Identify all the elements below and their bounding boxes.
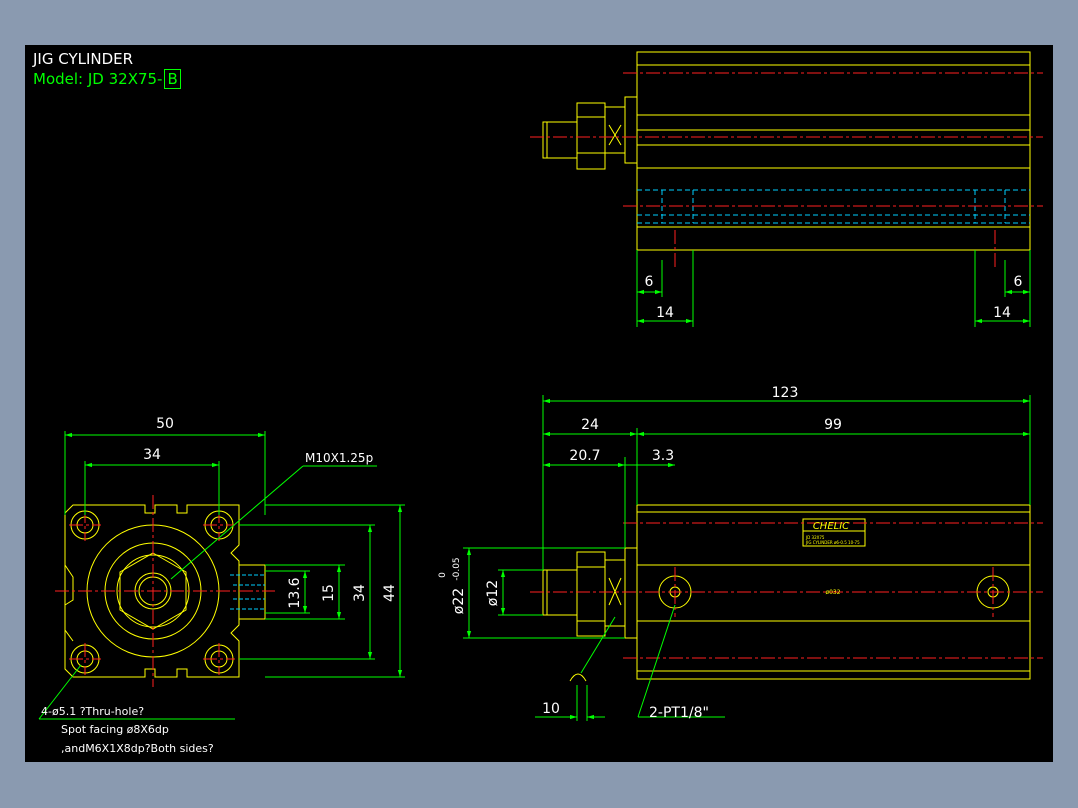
dim-15: 15 [321, 584, 337, 602]
label-brand: CHELIC [813, 521, 849, 532]
dim-34-top: 34 [143, 447, 161, 463]
port-note: 2-PT1/8" [649, 705, 709, 721]
dim-14-right: 14 [993, 305, 1011, 321]
top-centerlines [530, 72, 1043, 267]
front-flange [624, 547, 638, 639]
top-flange [624, 96, 638, 164]
front-nut [604, 559, 626, 627]
top-side-view [530, 51, 1043, 327]
cad-drawing: 6 14 6 14 123 24 99 20.7 3.3 ø12 ø22 0 -… [38, 51, 1043, 755]
top-rod [542, 121, 578, 159]
dim-13-6: 13.6 [287, 577, 303, 608]
dim-20-7: 20.7 [569, 448, 600, 464]
label-line2: JIG CYLINDER ø6-0.5 10-75 [805, 540, 860, 545]
thread-leader [170, 465, 304, 580]
dim-123: 123 [772, 385, 799, 401]
front-nut-hex [576, 551, 606, 637]
port-leader [637, 604, 676, 718]
dim-6-left: 6 [645, 274, 654, 290]
dim-14-left: 14 [656, 305, 674, 321]
top-body-outline [636, 51, 1031, 251]
bore-text: ø032 [825, 589, 840, 596]
dim-22-tol-upper: 0 [438, 572, 448, 578]
wrench-symbol [569, 673, 587, 682]
dim-22-tol-lower: -0.05 [452, 557, 462, 580]
dim-99: 99 [824, 417, 842, 433]
end-side-port [238, 564, 266, 620]
hole-note-line2: Spot facing ø8X6dp [61, 723, 169, 736]
dim-22: ø22 [451, 588, 467, 614]
wrench-leader [580, 616, 616, 674]
top-nut-hex [576, 102, 606, 170]
dim-34-side: 34 [352, 584, 368, 602]
dim-3-3: 3.3 [652, 448, 674, 464]
thread-note: M10X1.25p [305, 451, 373, 465]
end-view [38, 431, 405, 720]
dim-24: 24 [581, 417, 599, 433]
hole-note-line3: ,andM6X1X8dp?Both sides? [61, 742, 214, 755]
dim-50: 50 [156, 416, 174, 432]
dim-12: ø12 [485, 580, 501, 606]
hole-note-line1: 4-ø5.1 ?Thru-hole? [41, 705, 144, 718]
dim-44: 44 [382, 584, 398, 602]
dim-10: 10 [542, 701, 560, 717]
front-side-view [463, 395, 1043, 721]
dim-6-right: 6 [1014, 274, 1023, 290]
end-centerlines [55, 495, 275, 687]
cad-viewport[interactable]: JIG CYLINDER Model: JD 32X75- B 6 14 6 1… [25, 45, 1053, 762]
top-nut [604, 106, 626, 154]
